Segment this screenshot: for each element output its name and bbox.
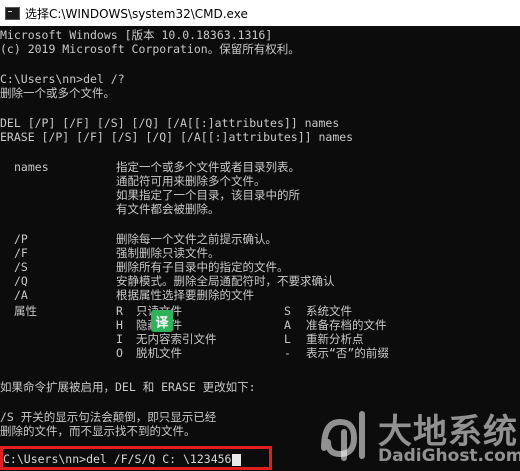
names-label: names (14, 160, 49, 174)
display-note-1: /S 开关的显示句法会颠倒，即只显示已经 (0, 410, 217, 424)
switch-flag: /P (14, 232, 28, 246)
attr-value: 表示“否”的前缀 (306, 346, 389, 360)
cmd-app-icon (5, 6, 20, 20)
attr-value: 无内容索引文件 (136, 332, 217, 346)
current-command-line[interactable]: C:\Users\nn>del /F/S/Q C: \123456 (3, 452, 242, 466)
command-description: 删除一个或多个文件。 (0, 86, 115, 100)
prompt-del-help: C:\Users\nn>del /? (0, 72, 125, 86)
attr-key: S (284, 304, 291, 318)
console-output[interactable]: Microsoft Windows [版本 10.0.18363.1316] (… (0, 26, 520, 471)
attr-key: A (284, 318, 291, 332)
switch-flag: /Q (14, 274, 28, 288)
header-line-1: Microsoft Windows [版本 10.0.18363.1316] (0, 28, 273, 42)
attr-value: 脱机文件 (136, 346, 182, 360)
translate-badge[interactable]: 译 (151, 310, 173, 332)
switch-desc: 删除每一个文件之前提示确认。 (116, 232, 277, 246)
window-titlebar[interactable]: 选择C:\WINDOWS\system32\CMD.exe (0, 0, 520, 26)
attr-key: I (116, 332, 123, 346)
attr-key: L (284, 332, 291, 346)
names-desc-3: 如果指定了一个目录，该目录中的所 (116, 188, 300, 202)
switch-desc: 安静模式。删除全局通配符时，不要求确认 (116, 274, 335, 288)
attr-value: 系统文件 (306, 304, 352, 318)
switch-desc: 根据属性选择要删除的文件 (116, 288, 254, 302)
names-desc-2: 通配符可用来删除多个文件。 (116, 174, 266, 188)
extensions-note: 如果命令扩展被启用，DEL 和 ERASE 更改如下: (0, 380, 256, 394)
attributes-label: 属性 (14, 304, 37, 318)
switch-desc: 删除所有子目录中的指定的文件。 (116, 260, 289, 274)
switch-desc: 强制删除只读文件。 (116, 246, 220, 260)
header-line-2: (c) 2019 Microsoft Corporation。保留所有权利。 (0, 42, 300, 56)
attr-key: - (284, 346, 291, 360)
switch-flag: /A (14, 288, 28, 302)
names-desc-4: 有文件都会被删除。 (116, 202, 220, 216)
display-note-2: 删除的文件，而不显示找不到的文件。 (0, 424, 196, 438)
switch-flag: /S (14, 260, 28, 274)
switch-flag: /F (14, 246, 28, 260)
attr-value: 重新分析点 (306, 332, 364, 346)
attr-value: 准备存档的文件 (306, 318, 387, 332)
attr-key: O (116, 346, 123, 360)
current-command-text: C:\Users\nn>del /F/S/Q C: \123456 (3, 452, 232, 466)
attr-key: R (116, 304, 123, 318)
window-title: 选择C:\WINDOWS\system32\CMD.exe (25, 6, 248, 21)
attr-key: H (116, 318, 123, 332)
syntax-del: DEL [/P] [/F] [/S] [/Q] [/A[[:]attribute… (0, 116, 340, 130)
text-cursor (232, 453, 242, 466)
syntax-erase: ERASE [/P] [/F] [/S] [/Q] [/A[[:]attribu… (0, 130, 354, 144)
names-desc-1: 指定一个或多个文件或者目录列表。 (116, 160, 300, 174)
